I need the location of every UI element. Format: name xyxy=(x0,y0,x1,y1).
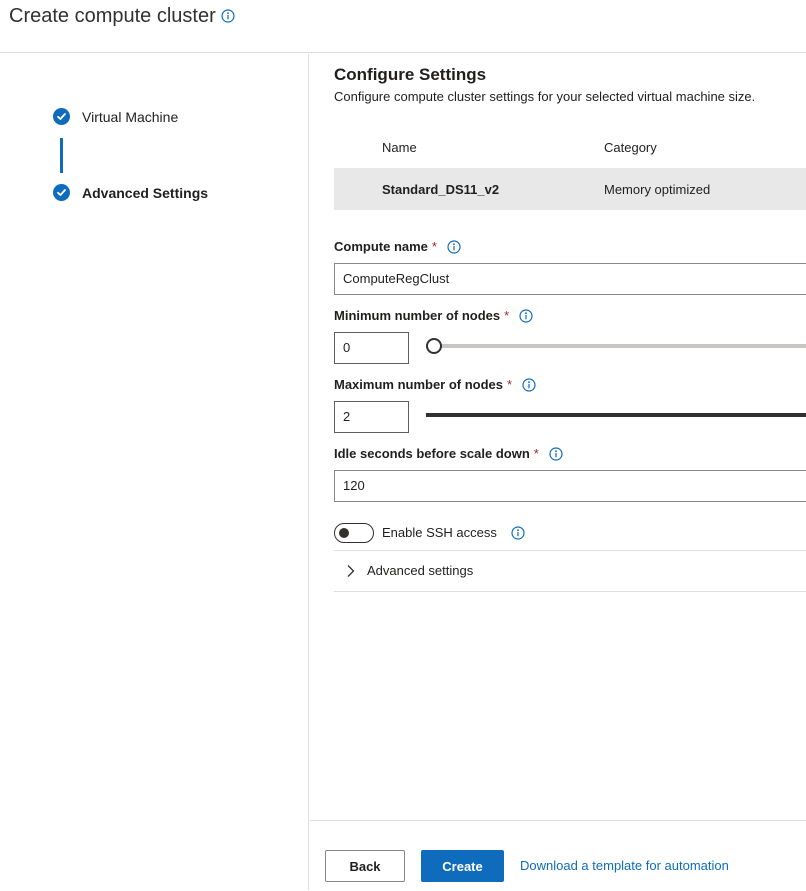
compute-name-label: Compute name * xyxy=(334,239,461,254)
idle-seconds-input[interactable]: 120 xyxy=(334,470,806,502)
create-button[interactable]: Create xyxy=(421,850,504,882)
slider-track[interactable] xyxy=(426,344,806,348)
vm-name-cell: Standard_DS11_v2 xyxy=(382,182,500,197)
divider xyxy=(334,591,806,592)
compute-name-label-text: Compute name xyxy=(334,239,428,254)
required-marker: * xyxy=(533,446,539,461)
max-nodes-label: Maximum number of nodes * xyxy=(334,377,536,392)
slider-thumb[interactable] xyxy=(426,338,442,354)
ssh-toggle-label: Enable SSH access xyxy=(382,525,497,540)
max-nodes-input[interactable]: 2 xyxy=(334,401,409,433)
table-row[interactable]: Standard_DS11_v2 Memory optimized xyxy=(334,168,806,210)
advanced-settings-label: Advanced settings xyxy=(367,563,474,578)
slider-track[interactable] xyxy=(426,413,806,417)
checkmark-icon xyxy=(53,108,70,125)
required-marker: * xyxy=(431,239,437,254)
wizard-steps-panel: Virtual Machine Advanced Settings xyxy=(0,54,309,890)
step-label: Virtual Machine xyxy=(82,108,179,125)
step-connector xyxy=(60,138,63,173)
min-nodes-input[interactable]: 0 xyxy=(334,332,409,364)
info-icon[interactable] xyxy=(221,9,235,23)
required-marker: * xyxy=(504,308,510,323)
info-icon[interactable] xyxy=(522,377,536,392)
advanced-settings-expander[interactable]: Advanced settings xyxy=(334,551,806,591)
column-header-name: Name xyxy=(382,140,417,155)
checkmark-icon xyxy=(53,184,70,201)
step-virtual-machine[interactable]: Virtual Machine xyxy=(53,108,178,125)
step-label: Advanced Settings xyxy=(82,184,209,201)
info-icon[interactable] xyxy=(519,308,533,323)
info-icon[interactable] xyxy=(447,239,461,254)
chevron-right-icon xyxy=(346,564,355,583)
back-button[interactable]: Back xyxy=(325,850,405,882)
info-icon[interactable] xyxy=(549,446,563,461)
column-header-category: Category xyxy=(604,140,657,155)
idle-seconds-label: Idle seconds before scale down * xyxy=(334,446,563,461)
ssh-toggle[interactable] xyxy=(334,523,374,543)
max-nodes-label-text: Maximum number of nodes xyxy=(334,377,504,392)
vm-size-table: Name Category Standard_DS11_v2 Memory op… xyxy=(334,126,806,210)
required-marker: * xyxy=(507,377,513,392)
page-header: Create compute cluster xyxy=(0,0,806,53)
step-advanced-settings[interactable]: Advanced Settings xyxy=(53,184,208,201)
page-title: Create compute cluster xyxy=(9,5,216,27)
section-title: Configure Settings xyxy=(334,65,487,84)
footer: Back Create Download a template for auto… xyxy=(310,820,806,891)
toggle-knob xyxy=(339,528,349,538)
table-header: Name Category xyxy=(334,126,806,168)
vm-category-cell: Memory optimized xyxy=(604,182,711,197)
compute-name-input[interactable]: ComputeRegClust xyxy=(334,263,806,295)
settings-panel: Configure Settings Configure compute clu… xyxy=(310,54,806,890)
idle-seconds-label-text: Idle seconds before scale down xyxy=(334,446,530,461)
section-subtitle: Configure compute cluster settings for y… xyxy=(334,89,756,104)
download-template-link[interactable]: Download a template for automation xyxy=(520,858,729,873)
min-nodes-label: Minimum number of nodes * xyxy=(334,308,533,323)
min-nodes-label-text: Minimum number of nodes xyxy=(334,308,501,323)
info-icon[interactable] xyxy=(511,526,525,540)
